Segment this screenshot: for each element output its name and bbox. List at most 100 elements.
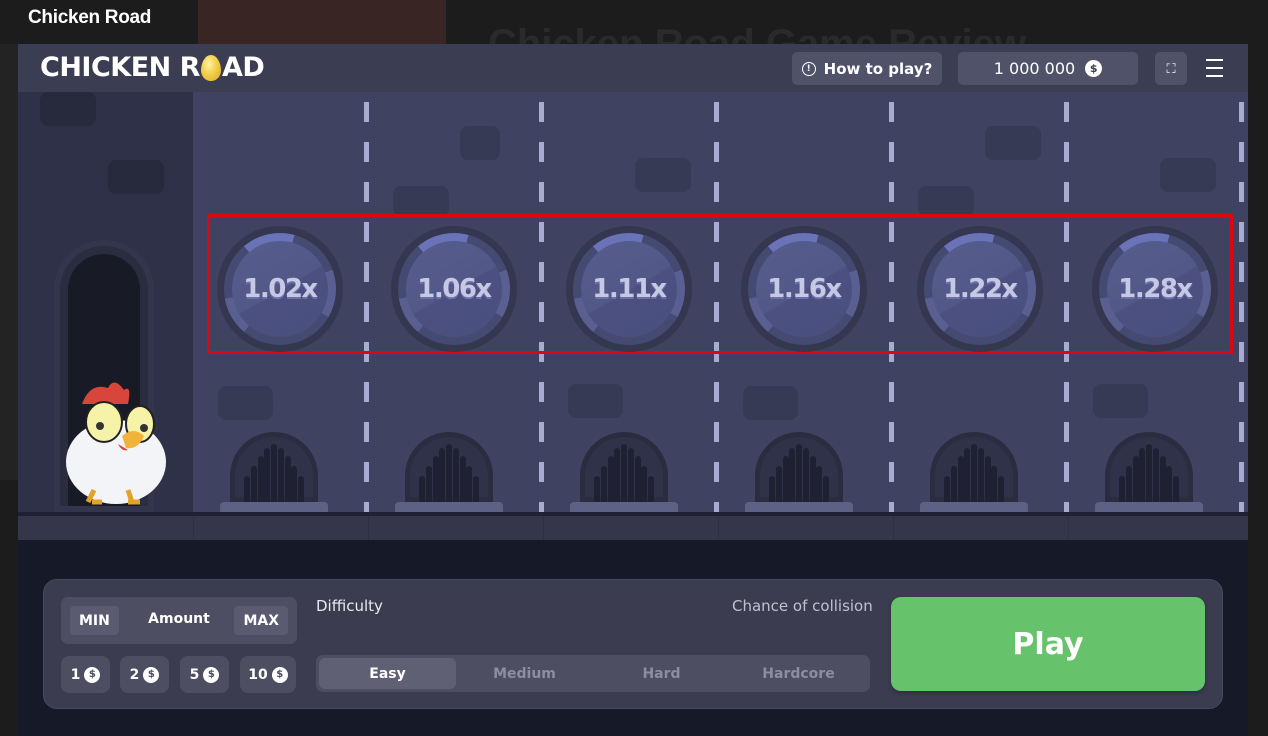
sewer-bar — [977, 448, 984, 502]
play-button[interactable]: Play — [891, 597, 1205, 691]
sewer-bar — [775, 466, 782, 502]
sewer-bar — [627, 448, 634, 502]
game-frame: CHICKEN R AD ! How to play? 1 000 000 $ … — [18, 44, 1248, 736]
sewer-bar — [816, 466, 823, 502]
multiplier-coin[interactable]: 1.16x — [741, 226, 867, 352]
sewer-base — [395, 502, 503, 512]
sewer-bar — [614, 448, 621, 502]
page-title: Chicken Road — [28, 7, 152, 28]
sewer-bar — [1173, 476, 1179, 502]
sewer-bar — [1125, 466, 1132, 502]
difficulty-medium[interactable]: Medium — [456, 658, 593, 689]
balance-value: 1 000 000 — [993, 59, 1076, 78]
sewer-bar — [298, 476, 304, 502]
sewer-grate — [920, 432, 1028, 512]
sewer-bar — [432, 456, 439, 502]
road-brick — [568, 384, 623, 418]
multiplier-coin[interactable]: 1.06x — [391, 226, 517, 352]
sewer-bar — [594, 476, 600, 502]
curb-segment — [368, 516, 369, 540]
multiplier-coin[interactable]: 1.28x — [1092, 226, 1218, 352]
road-brick — [1160, 158, 1216, 192]
quick-bet-10[interactable]: 10 $ — [240, 656, 296, 693]
fullscreen-button[interactable]: ⛶ — [1155, 52, 1187, 85]
quick-bet-5[interactable]: 5 $ — [180, 656, 229, 693]
sewer-bar — [459, 456, 466, 502]
sewer-bar — [648, 476, 654, 502]
max-button[interactable]: MAX — [234, 606, 288, 635]
road-brick — [460, 126, 500, 160]
amount-input[interactable]: MIN Amount MAX — [61, 597, 297, 644]
sewer-bar — [466, 466, 473, 502]
sewer-bar — [802, 448, 809, 502]
curb-segment — [718, 516, 719, 540]
road-brick — [635, 158, 691, 192]
difficulty-easy[interactable]: Easy — [319, 658, 456, 689]
sewer-bar — [1166, 466, 1173, 502]
quick-bet-1[interactable]: 1 $ — [61, 656, 110, 693]
coin-ring: 1.11x — [573, 233, 685, 345]
sewer-grate — [570, 432, 678, 512]
curb-segment — [893, 516, 894, 540]
difficulty-hardcore[interactable]: Hardcore — [730, 658, 867, 689]
sewer-bar — [264, 448, 271, 502]
sewer-bar — [1159, 456, 1166, 502]
game-logo: CHICKEN R AD — [40, 52, 265, 83]
quick-bet-2[interactable]: 2 $ — [120, 656, 169, 693]
dollar-coin-icon: $ — [1085, 60, 1103, 77]
sewer-bars — [419, 442, 479, 502]
menu-button[interactable] — [1201, 56, 1227, 80]
dollar-coin-icon: $ — [271, 666, 288, 683]
sewer-base — [1095, 502, 1203, 512]
dollar-coin-icon: $ — [203, 666, 220, 683]
multiplier-highlight-box — [207, 214, 1233, 354]
sewer-bar — [957, 456, 964, 502]
difficulty-label: Difficulty — [316, 597, 383, 615]
collision-chance-label: Chance of collision — [732, 597, 873, 615]
sewer-bar — [634, 456, 641, 502]
multiplier-value: 1.11x — [581, 241, 677, 337]
multiplier-value: 1.06x — [406, 241, 502, 337]
sewer-bars — [769, 442, 829, 502]
hamburger-line — [1205, 67, 1223, 69]
game-header: CHICKEN R AD ! How to play? 1 000 000 $ … — [18, 44, 1248, 92]
wall-brick — [40, 92, 96, 126]
sewer-bar — [607, 456, 614, 502]
multiplier-value: 1.22x — [932, 241, 1028, 337]
how-to-play-button[interactable]: ! How to play? — [792, 52, 942, 85]
sewer-bar — [425, 466, 432, 502]
sewer-grate — [220, 432, 328, 512]
multiplier-coin[interactable]: 1.22x — [917, 226, 1043, 352]
expand-icon: ⛶ — [1166, 60, 1176, 76]
multiplier-coin[interactable]: 1.11x — [566, 226, 692, 352]
multiplier-coin[interactable]: 1.02x — [217, 226, 343, 352]
sewer-bar — [271, 444, 277, 502]
sewer-grate — [745, 432, 853, 512]
road-brick — [743, 386, 798, 420]
road-brick — [918, 186, 974, 216]
sewer-bar — [291, 466, 298, 502]
sewer-bars — [1119, 442, 1179, 502]
sewer-base — [745, 502, 853, 512]
hamburger-line — [1205, 75, 1223, 77]
sewer-bar — [782, 456, 789, 502]
sewer-bar — [600, 466, 607, 502]
sewer-bars — [594, 442, 654, 502]
sewer-bar — [473, 476, 479, 502]
sewer-bar — [998, 476, 1004, 502]
sewer-bar — [257, 456, 264, 502]
quick-bet-value: 5 — [189, 666, 200, 683]
coin-ring: 1.02x — [224, 233, 336, 345]
road-brick — [393, 186, 449, 216]
quick-bet-value: 2 — [129, 666, 140, 683]
difficulty-hard[interactable]: Hard — [593, 658, 730, 689]
sewer-bar — [419, 476, 425, 502]
bet-controls-panel: MIN Amount MAX 1 $ 2 $ 5 $ 10 $ Difficul… — [43, 579, 1223, 709]
sidewalk — [18, 92, 193, 512]
multiplier-value: 1.02x — [232, 241, 328, 337]
curb — [18, 512, 1248, 540]
sewer-bar — [641, 466, 648, 502]
lane-divider — [1239, 102, 1244, 512]
sewer-bar — [991, 466, 998, 502]
sewer-bar — [1146, 444, 1152, 502]
